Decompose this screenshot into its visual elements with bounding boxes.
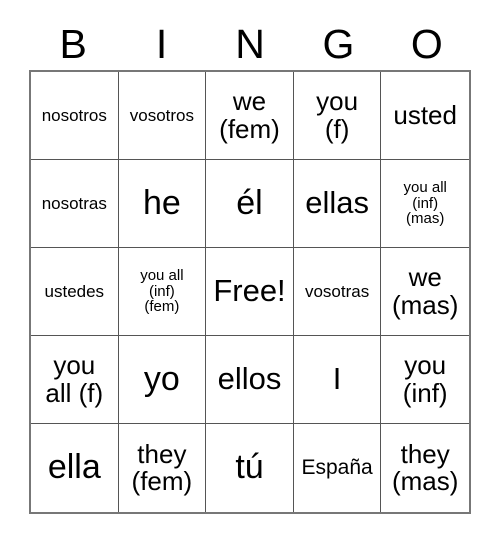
bingo-cell[interactable]: nosotros [31,72,119,160]
bingo-cell-label: I [332,361,342,397]
header-letter-i: I [155,20,168,67]
bingo-cell[interactable]: ustedes [31,248,119,336]
bingo-cell-label: usted [393,99,457,130]
bingo-cell[interactable]: you all (inf) (fem) [118,248,207,336]
bingo-cell[interactable]: you all (f) [31,336,119,424]
bingo-cell-label: nosotros [41,105,107,125]
bingo-cell-label: we (mas) [391,262,459,320]
bingo-cell-label: you all (f) [45,350,104,408]
bingo-cell-label: they (mas) [391,438,459,496]
bingo-cell-label: ellas [305,185,369,221]
bingo-cell[interactable]: ellos [206,336,294,424]
header-letter-g: G [322,20,355,67]
bingo-cell-label: you (f) [316,86,359,144]
bingo-cell[interactable]: they (mas) [381,424,469,512]
header-letter-o: O [410,20,443,67]
bingo-cell-free[interactable]: Free! [206,248,294,336]
bingo-cell-label: nosotras [41,193,107,213]
bingo-cell-label: we (fem) [219,86,280,144]
bingo-cell-label: ella [47,448,101,487]
bingo-cell[interactable]: we (mas) [381,248,469,336]
bingo-card: B I N G O nosotros vosotros we (fem) you… [0,0,500,544]
bingo-cell[interactable]: we (fem) [206,72,294,160]
bingo-cell[interactable]: nosotras [31,160,119,248]
bingo-header-letters: B I N G O [29,18,471,70]
bingo-cell-label: you all (inf) (fem) [140,267,184,316]
header-letter-n: N [235,20,265,67]
bingo-cell-label: ustedes [44,281,105,301]
bingo-cell-label: Free! [213,273,286,309]
bingo-cell-label: ellos [217,361,282,397]
bingo-cell-label: España [301,456,373,480]
bingo-cell[interactable]: ella [31,424,119,512]
bingo-cell[interactable]: tú [206,424,294,512]
bingo-cell-label: they (fem) [131,438,193,496]
header-letter-b: B [59,20,87,67]
bingo-grid: nosotros vosotros we (fem) you (f) usted… [29,70,471,514]
bingo-cell[interactable]: España [293,424,382,512]
bingo-cell[interactable]: I [293,336,382,424]
bingo-cell[interactable]: he [118,160,207,248]
bingo-cell-label: you (inf) [402,350,448,408]
bingo-cell[interactable]: vosotros [118,72,207,160]
bingo-cell[interactable]: you (f) [293,72,382,160]
bingo-cell-label: you all (inf) (mas) [403,179,447,228]
bingo-cell[interactable]: vosotras [293,248,382,336]
bingo-cell-label: yo [143,359,180,398]
bingo-cell-label: vosotras [304,281,370,301]
bingo-cell-label: vosotros [129,105,195,125]
bingo-cell[interactable]: you (inf) [381,336,469,424]
bingo-cell[interactable]: you all (inf) (mas) [381,160,469,248]
bingo-cell[interactable]: ellas [293,160,382,248]
bingo-cell-label: tú [235,448,264,487]
bingo-cell[interactable]: they (fem) [118,424,207,512]
bingo-cell[interactable]: él [206,160,294,248]
bingo-cell[interactable]: usted [381,72,469,160]
bingo-cell-label: él [236,183,263,222]
bingo-cell-label: he [142,183,181,222]
bingo-cell[interactable]: yo [118,336,207,424]
